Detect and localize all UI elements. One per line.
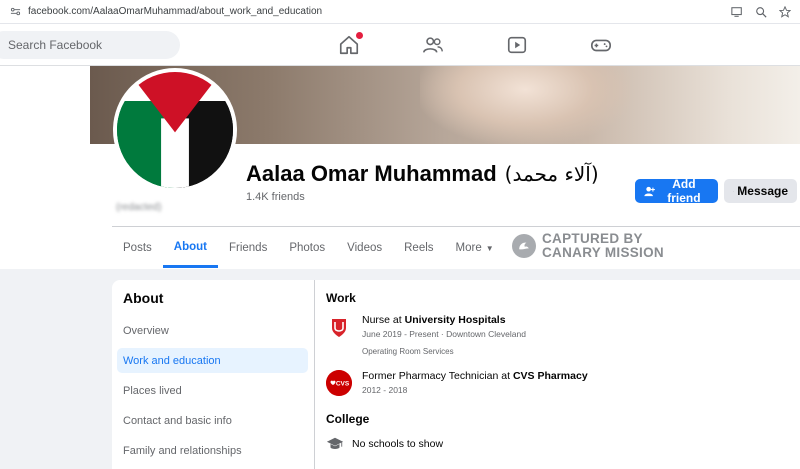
college-empty-row: No schools to show <box>326 435 789 453</box>
about-title: About <box>123 290 164 306</box>
zoom-icon[interactable] <box>754 5 768 19</box>
work-entry: Nurse at University Hospitals June 2019 … <box>326 314 789 356</box>
gaming-icon[interactable] <box>589 33 613 57</box>
add-friend-button[interactable]: Add friend <box>635 177 718 205</box>
about-item-contact-info[interactable]: Contact and basic info <box>117 408 308 433</box>
work-org-link[interactable]: University Hospitals <box>405 314 506 326</box>
profile-avatar[interactable] <box>113 68 237 192</box>
about-item-places-lived[interactable]: Places lived <box>117 378 308 403</box>
home-icon[interactable] <box>337 32 363 57</box>
about-item-overview[interactable]: Overview <box>117 318 308 343</box>
work-detail: Operating Room Services <box>362 347 454 356</box>
about-item-family-relationships[interactable]: Family and relationships <box>117 438 308 463</box>
profile-header: Aalaa Omar Muhammad (آلاء محمد) 1.4K frie… <box>0 66 800 269</box>
profile-name: Aalaa Omar Muhammad (آلاء محمد) <box>246 161 599 187</box>
work-dates: 2012 - 2018 <box>362 385 408 395</box>
search-input[interactable] <box>8 38 158 52</box>
top-navigation <box>0 24 800 66</box>
blurred-text: (redacted) <box>116 202 162 213</box>
work-org-link[interactable]: CVS Pharmacy <box>513 370 588 382</box>
cover-photo-subject <box>420 66 630 144</box>
browser-url-bar[interactable]: facebook.com/AalaaOmarMuhammad/about_wor… <box>0 0 800 24</box>
canary-mission-watermark: CAPTURED BY CANARY MISSION <box>512 232 664 260</box>
add-friend-icon <box>644 186 655 196</box>
work-role: Former Pharmacy Technician at <box>362 370 513 382</box>
work-entry: CVS Former Pharmacy Technician at CVS Ph… <box>326 370 789 396</box>
graduation-cap-icon <box>326 437 344 449</box>
cvs-logo-icon[interactable]: CVS <box>326 370 352 396</box>
work-education-content: Work Nurse at University Hospitals June … <box>314 280 800 469</box>
friends-icon[interactable] <box>421 33 445 57</box>
profile-name-text: Aalaa Omar Muhammad <box>246 161 497 186</box>
university-hospitals-logo-icon[interactable] <box>326 314 352 340</box>
message-label: Message <box>737 184 788 198</box>
work-heading: Work <box>326 291 356 305</box>
tab-posts[interactable]: Posts <box>112 228 163 268</box>
add-friend-label: Add friend <box>667 177 701 205</box>
tab-friends[interactable]: Friends <box>218 228 278 268</box>
tab-more-label: More <box>455 242 482 254</box>
watermark-line1: CAPTURED BY <box>542 231 643 246</box>
work-role: Nurse at <box>362 314 405 326</box>
about-sidebar: About Overview Work and education Places… <box>112 280 318 469</box>
svg-text:CVS: CVS <box>336 381 350 388</box>
work-dates: June 2019 - Present · Downtown Cleveland <box>362 329 526 339</box>
palestine-flag-icon <box>117 72 233 188</box>
tab-videos[interactable]: Videos <box>336 228 393 268</box>
about-item-work-education[interactable]: Work and education <box>117 348 308 373</box>
message-button[interactable]: Message <box>724 179 797 203</box>
install-app-icon[interactable] <box>730 5 744 19</box>
header-divider <box>112 226 800 227</box>
notification-dot <box>356 32 363 39</box>
profile-alt-name: (آلاء محمد) <box>504 162 599 186</box>
college-heading: College <box>326 412 370 426</box>
watermark-line2: CANARY MISSION <box>542 245 664 260</box>
no-schools-text: No schools to show <box>352 438 444 450</box>
tab-reels[interactable]: Reels <box>393 228 444 268</box>
bookmark-star-icon[interactable] <box>778 5 792 19</box>
work-title: Nurse at University Hospitals <box>362 314 526 326</box>
search-box[interactable] <box>0 31 180 59</box>
profile-tabs: Posts About Friends Photos Videos Reels … <box>112 228 505 268</box>
url-text[interactable]: facebook.com/AalaaOmarMuhammad/about_wor… <box>28 6 322 17</box>
tab-photos[interactable]: Photos <box>278 228 336 268</box>
work-title: Former Pharmacy Technician at CVS Pharma… <box>362 370 588 382</box>
video-icon[interactable] <box>505 33 529 57</box>
canary-logo-icon <box>512 234 536 258</box>
caret-down-icon: ▼ <box>485 243 494 253</box>
tab-about[interactable]: About <box>162 228 218 268</box>
site-settings-icon[interactable] <box>8 5 22 19</box>
tab-more[interactable]: More ▼ <box>445 228 505 268</box>
friends-count[interactable]: 1.4K friends <box>246 191 305 203</box>
